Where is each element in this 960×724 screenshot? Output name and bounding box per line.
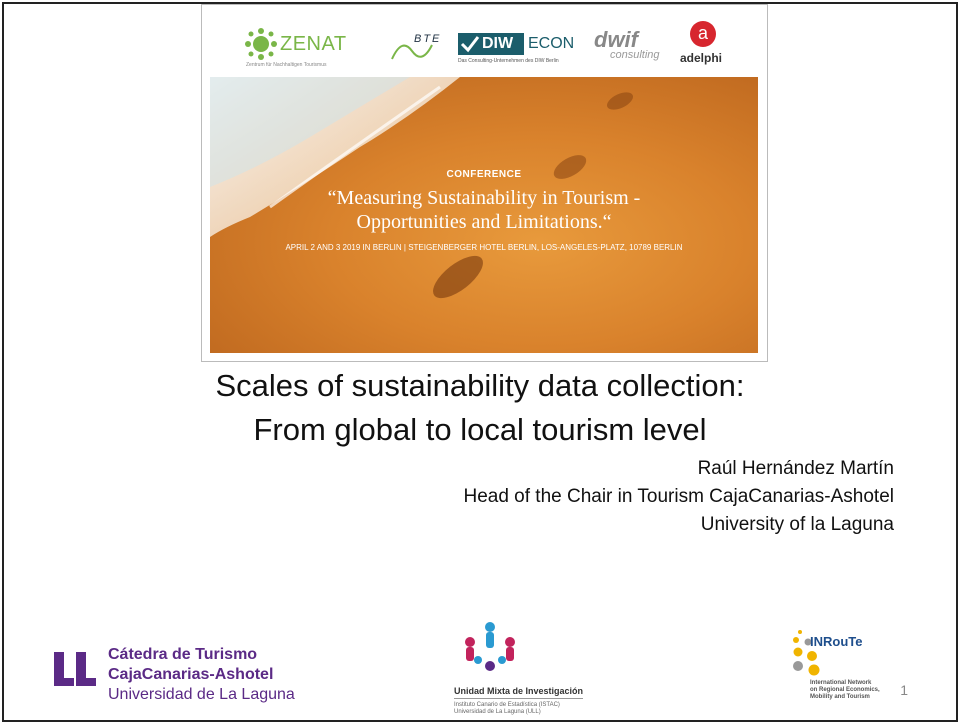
adelphi-name: adelphi [680,51,723,65]
catedra-mark-icon [54,652,96,686]
diw-name: DIW [482,35,514,52]
footprint-1 [606,92,634,110]
inroute-sub3: Mobility and Tourism [810,694,870,700]
conference-title-line2: Opportunities and Limitations.“ [356,211,612,233]
unidad-sub1: Instituto Canario de Estadística (ISTAC) [454,702,560,708]
catedra-logo: Cátedra de Turismo CajaCanarias-Ashotel … [52,640,322,710]
slide-title-line1: Scales of sustainability data collection… [215,368,745,403]
diw-econ-logo: DIW ECON Das Consulting-Unternehmen des … [458,33,578,67]
dwif-subtitle: consulting [610,49,660,61]
unidad-title: Unidad Mixta de Investigación [454,686,584,699]
catedra-line2: CajaCanarias-Ashotel [108,666,274,683]
zenat-virus-icon [245,28,277,60]
zenat-name: ZENAT [280,33,347,55]
unidad-people-icon [465,622,515,671]
bte-logo: BTE [388,29,448,65]
conference-banner: ZENAT Zentrum für Nachhaltigen Tourismus… [201,4,768,362]
partner-logo-strip: ZENAT Zentrum für Nachhaltigen Tourismus… [202,5,767,77]
catedra-line3: Universidad de La Laguna [108,686,295,703]
bte-name: BTE [414,33,442,45]
dwif-logo: dwif consulting [594,27,664,67]
unidad-mixta-logo: Unidad Mixta de Investigación Instituto … [454,620,604,716]
adelphi-circle-icon: a [690,21,716,47]
conference-kicker: CONFERENCE [446,169,522,180]
conference-title-line1: “Measuring Sustainability in Tourism - [327,187,641,209]
author-name: Raúl Hernández Martín [697,458,894,479]
footprint-3 [433,255,483,299]
adelphi-letter: a [697,23,708,43]
diw-check-icon [460,36,480,53]
inroute-sub2: on Regional Economics, [810,687,880,693]
slide-title-line2: From global to local tourism level [253,412,707,447]
inroute-name: INRouTe [810,634,863,649]
slide: ZENAT Zentrum für Nachhaltigen Tourismus… [2,2,958,722]
unidad-sub2: Universidad de La Laguna (ULL) [454,709,541,715]
author-role: Head of the Chair in Tourism CajaCanaria… [463,486,894,507]
zenat-subtitle: Zentrum für Nachhaltigen Tourismus [246,62,327,68]
beach-photo: CONFERENCE “Measuring Sustainability in … [210,77,758,353]
page-number: 1 [900,682,908,698]
zenat-logo: ZENAT Zentrum für Nachhaltigen Tourismus [244,25,347,69]
author-affiliation: University of la Laguna [700,514,894,535]
diw-subtitle: Das Consulting-Unternehmen des DIW Berli… [458,58,559,64]
econ-name: ECON [528,35,575,52]
inroute-logo: INRouTe International Network on Regiona… [788,622,898,712]
catedra-line1: Cátedra de Turismo [108,646,258,663]
adelphi-logo: a adelphi [680,21,730,69]
conference-details: APRIL 2 AND 3 2019 IN BERLIN | STEIGENBE… [285,243,683,252]
inroute-sub1: International Network [810,680,872,686]
